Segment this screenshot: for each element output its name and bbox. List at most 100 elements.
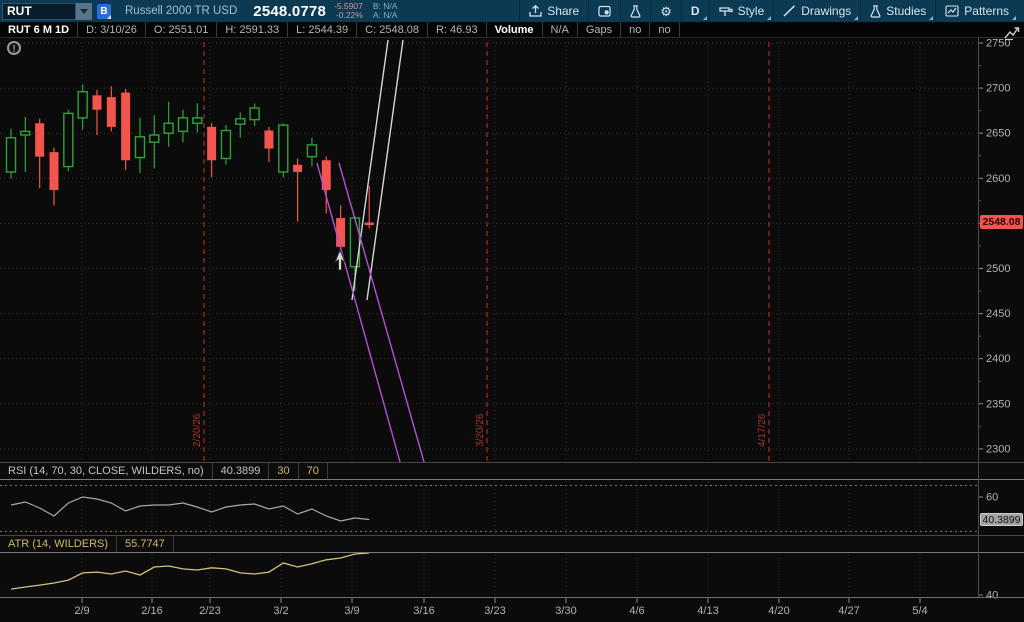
candle-body (35, 123, 44, 156)
corner-caret-icon (703, 16, 707, 20)
candle-body (21, 131, 30, 135)
patterns-label: Patterns (964, 4, 1009, 18)
candle-body (7, 138, 16, 172)
candle-body (221, 130, 230, 158)
price-axis-label: 2300 (986, 443, 1010, 455)
candle-body (336, 218, 345, 247)
corner-caret-icon (107, 15, 111, 19)
axis-divider (0, 597, 1024, 598)
gaps-toggle[interactable]: Gaps (578, 22, 621, 37)
price-axis-label: 2650 (986, 128, 1010, 140)
gridlines (0, 42, 978, 596)
ask-value: A: N/A (373, 11, 398, 20)
rsi-high-level[interactable]: 70 (299, 463, 328, 479)
candle-body (78, 92, 87, 118)
candle-body (365, 222, 374, 225)
price-axis-label: 2500 (986, 263, 1010, 275)
time-axis-label: 2/16 (141, 605, 162, 617)
header-high: H: 2591.33 (217, 22, 288, 37)
candle-body (92, 95, 101, 109)
time-axis-label: 2/9 (74, 605, 89, 617)
trend-line-drawings[interactable] (317, 40, 424, 462)
symbol-input[interactable]: RUT (2, 3, 76, 20)
time-axis-label: 3/9 (344, 605, 359, 617)
settings-button[interactable]: ⚙ (650, 0, 681, 22)
style-icon (719, 5, 733, 17)
header-date: D: 3/10/26 (78, 22, 146, 37)
time-axis-label: 4/6 (629, 605, 644, 617)
volume-toggle[interactable]: Volume (487, 22, 543, 37)
rsi-low-level[interactable]: 30 (269, 463, 298, 479)
price-change: -5.5907 -0.22% (334, 2, 363, 20)
style-label: Style (738, 4, 765, 18)
time-axis-label: 4/20 (768, 605, 789, 617)
last-price: 2548.0778 (253, 3, 326, 20)
candle-body (293, 165, 302, 172)
candle-body (178, 118, 187, 132)
style-button[interactable]: Style (709, 0, 774, 22)
share-button[interactable]: Share (519, 0, 588, 22)
candle-body (135, 137, 144, 158)
mouse-cursor-icon (335, 250, 345, 270)
candle-body (193, 118, 202, 123)
timeframe-button[interactable]: D (681, 0, 709, 22)
header-low: L: 2544.39 (288, 22, 357, 37)
rsi-line (11, 497, 369, 521)
volume-value: N/A (543, 22, 578, 37)
gaps-flag-1[interactable]: no (621, 22, 650, 37)
corner-caret-icon (1012, 16, 1016, 20)
candle-body (250, 108, 259, 120)
candle-body (164, 123, 173, 133)
time-axis-label: 5/4 (912, 605, 927, 617)
trading-platform-window: 2750270026502600250024502400235023002/92… (0, 0, 1024, 622)
gaps-flag-2[interactable]: no (650, 22, 679, 37)
chart-canvas[interactable]: 2750270026502600250024502400235023002/92… (0, 0, 1024, 622)
patterns-icon (945, 5, 959, 17)
candle-body (207, 127, 216, 160)
patterns-button[interactable]: Patterns (935, 0, 1018, 22)
bid-ask: B: N/A A: N/A (373, 2, 398, 20)
candle-body (264, 130, 273, 148)
candle-body (49, 152, 58, 190)
event-marker-lines[interactable]: 2/20/26 3/20/26 4/17/26 (192, 42, 769, 462)
price-axis-label: 2700 (986, 83, 1010, 95)
drawings-button[interactable]: Drawings (773, 0, 860, 22)
rsi-value-badge: 40.3899 (980, 513, 1023, 526)
atr-title[interactable]: ATR (14, WILDERS) (0, 536, 117, 552)
studies-button[interactable]: Studies (860, 0, 935, 22)
candlesticks (7, 84, 374, 291)
price-axis-settings-icon[interactable] (1004, 26, 1020, 40)
link-group-badge[interactable]: B (97, 4, 111, 19)
header-range: R: 46.93 (428, 22, 487, 37)
chart-title: RUT 6 M 1D (0, 22, 78, 37)
panel-divider[interactable] (0, 462, 1024, 463)
atr-line (11, 553, 369, 589)
rsi-title[interactable]: RSI (14, 70, 30, CLOSE, WILDERS, no) (0, 463, 213, 479)
share-icon (529, 5, 542, 17)
atr-study-header: ATR (14, WILDERS) 55.7747 (0, 536, 1024, 553)
info-icon[interactable]: ! (7, 41, 21, 55)
last-price-badge: 2548.08 (980, 215, 1023, 229)
marker-date-label: 4/17/26 (757, 413, 768, 447)
drawings-label: Drawings (801, 4, 851, 18)
price-axis-label: 2400 (986, 353, 1010, 365)
pencil-line-icon (783, 5, 796, 17)
corner-caret-icon (854, 16, 858, 20)
candle-body (279, 125, 288, 172)
top-toolbar: RUT B Russell 2000 TR USD 2548.0778 -5.5… (0, 0, 1024, 22)
calendar-button[interactable] (588, 0, 620, 22)
time-axis-label: 4/13 (697, 605, 718, 617)
atr-value: 55.7747 (117, 536, 174, 552)
marker-date-label: 2/20/26 (192, 413, 203, 447)
marker-date-label: 3/20/26 (475, 413, 486, 447)
price-axis-label: 2350 (986, 398, 1010, 410)
quick-study-button[interactable] (620, 0, 650, 22)
time-axis-label: 4/27 (838, 605, 859, 617)
change-percent: -0.22% (334, 11, 363, 20)
chevron-down-icon (80, 9, 88, 14)
candle-body (150, 135, 159, 142)
panel-divider[interactable] (0, 535, 1024, 536)
candle-body (236, 119, 245, 124)
symbol-dropdown-button[interactable] (76, 3, 92, 20)
candle-body (121, 93, 130, 161)
